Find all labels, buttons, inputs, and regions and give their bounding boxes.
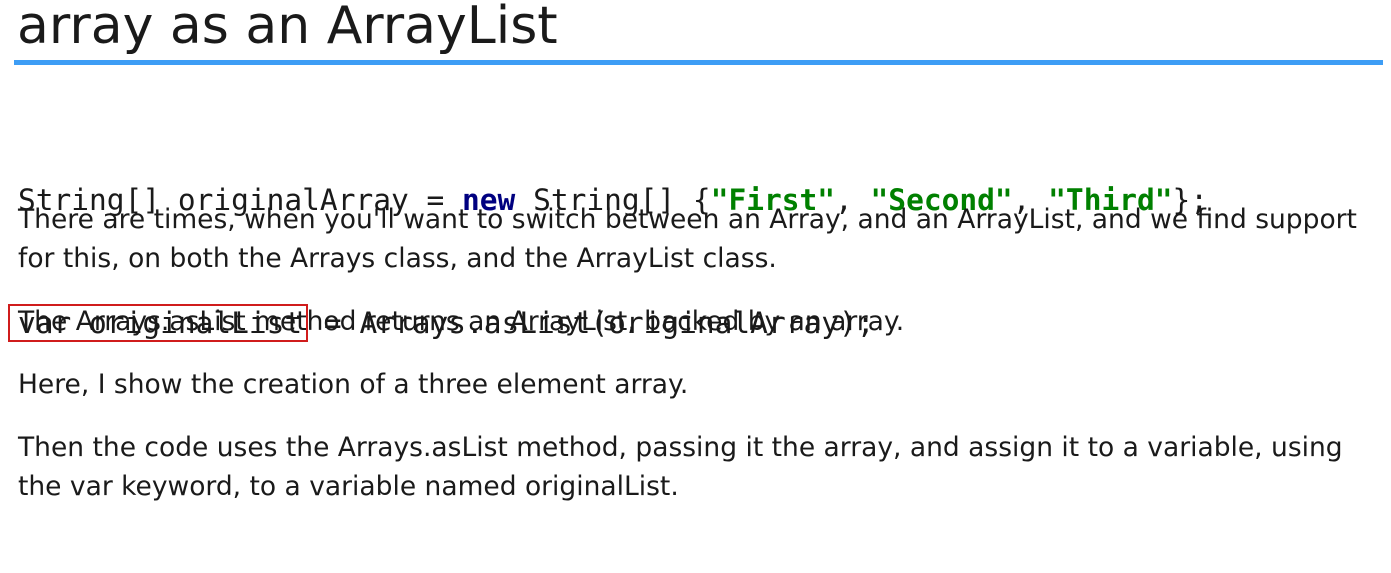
title-underline xyxy=(14,60,1383,65)
explanation-text: There are times, when you'll want to swi… xyxy=(18,200,1358,530)
paragraph: Here, I show the creation of a three ele… xyxy=(18,369,689,400)
paragraph: The Arrays.asList method returns an Arra… xyxy=(18,306,905,337)
paragraph: Then the code uses the Arrays.asList met… xyxy=(18,432,1343,502)
slide-title: array as an ArrayList xyxy=(17,0,558,56)
paragraph: There are times, when you'll want to swi… xyxy=(18,204,1357,274)
slide: array as an ArrayList String[] originalA… xyxy=(0,0,1391,573)
